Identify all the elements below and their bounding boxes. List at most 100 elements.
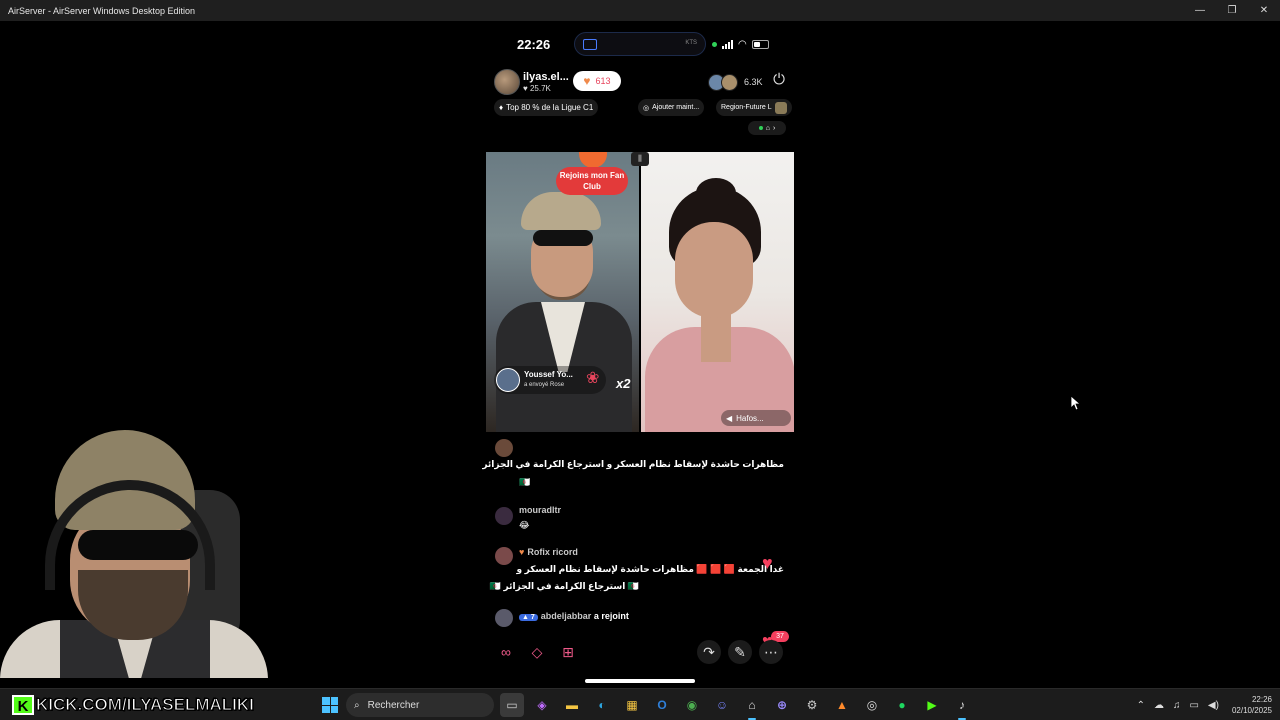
task-view-icon[interactable]: ▭ [500,693,524,717]
diamond-icon: ♦ [499,103,504,112]
live-toolbar: ∞ ◇ ⊞ ↷ ✎ ⋯ [494,640,790,664]
host-hat [521,192,601,230]
tray-clock[interactable]: 22:26 02/10/2025 [1232,694,1272,716]
live-dot-icon [758,126,763,130]
host-header: ilyas.el... ♥ 25.7K ♥ 613 6.3K ⏻ [494,69,790,95]
wifi-icon: ◠ [738,39,747,50]
taskbar-search[interactable]: ⌕ Rechercher [346,693,494,717]
share-icon[interactable]: ↷ [697,640,721,664]
chat-avatar [495,507,513,525]
outlook-icon[interactable]: O [650,693,674,717]
room-pill[interactable]: ⌂ › [748,121,786,135]
file-explorer-icon[interactable]: ▬ [560,693,584,717]
close-button[interactable]: ✕ [1248,0,1280,21]
magic-wand-icon[interactable]: ✎ [728,640,752,664]
gift-sender-name: Youssef Yo... [524,370,573,379]
copilot-icon[interactable]: ◈ [530,693,554,717]
kick-app-icon[interactable]: ▶ [920,693,944,717]
layout-switch-icon[interactable]: ⫼ [631,152,649,166]
speaker-icon: ◀ [726,413,733,423]
floating-heart-icon: ♥ [762,553,773,573]
chat-username[interactable]: mouradltr [519,505,561,515]
chat-feed: مظاهرات حاشدة لإسقاط نظام العسكر و استرج… [482,439,790,651]
store-icon[interactable]: ▦ [620,693,644,717]
tags-row: ♦ Top 80 % de la Ligue C1 ◎ Ajouter main… [494,99,792,117]
window-controls: — ❐ ✕ [1184,0,1280,21]
vlc-icon[interactable]: ▲ [830,693,854,717]
chat-avatar [495,609,513,627]
phone-status-bar: 22:26 KTS ◠ [486,32,794,56]
join-text: a rejoint [593,611,629,621]
gift-action: a envoyé Rose [524,382,565,388]
host-video[interactable]: Rejoins mon Fan Club Youssef Yo... a env… [486,152,639,432]
tiktok-live-icon[interactable]: ♪ [950,693,974,720]
league-rank-tag[interactable]: ♦ Top 80 % de la Ligue C1 [494,99,599,116]
gift-multiplier: x2 [616,376,631,391]
game-controller-icon[interactable]: ⊕ [770,693,794,717]
league-rank-label: Top 80 % de la Ligue C1 [506,103,594,112]
chat-join-line: ▲ 7 abdeljabbar a rejoint [519,611,629,621]
chat-username-text: Rofix ricord [527,547,578,557]
host-glasses [533,230,593,246]
guest-name: Hafos... [736,413,764,423]
volume-icon[interactable]: ◀) [1208,700,1219,711]
chat-avatar [495,439,513,457]
live-video-area: Rejoins mon Fan Club Youssef Yo... a env… [486,152,794,432]
house-icon: ⌂ [765,124,770,132]
fan-club-button[interactable]: ♥ 613 [573,71,621,91]
kick-logo-icon: K [12,695,34,715]
viewers[interactable]: 6.3K [708,72,763,92]
chat-text-line2: 🇩🇿 استرجاع الكرامة في الجزائر 🇩🇿 [489,581,639,591]
region-label: Region-Future L [721,104,772,111]
chat-emoji: 😂 [519,520,530,530]
settings-icon[interactable]: ⚙ [800,693,824,717]
guest-name-tag[interactable]: ◀ Hafos... [721,410,791,426]
cloud-icon[interactable]: ☁ [1154,700,1164,711]
airserver-icon[interactable]: ⌂ [740,693,764,720]
gift-sender-avatar [496,368,520,392]
microphone-icon[interactable]: ♫ [1173,700,1181,711]
rank-badge: ▲ 7 [519,614,538,621]
display-icon[interactable]: ▭ [1189,700,1198,711]
chrome-icon[interactable]: ◉ [680,693,704,717]
chat-username[interactable]: abdeljabbar [541,611,592,621]
streamer-webcam [0,420,268,678]
obs-icon[interactable]: ◎ [860,693,884,717]
guest-face [675,222,753,318]
dynamic-island: KTS [574,32,706,56]
viewer-count: 6.3K [744,77,763,87]
more-icon[interactable]: ⋯ [759,640,783,664]
system-tray: ⌃ ☁ ♫ ▭ ◀) 22:26 02/10/2025 [1137,689,1272,720]
chat-username[interactable]: ♥ Rofix ricord [519,547,578,557]
host-name[interactable]: ilyas.el... [523,71,569,83]
apps-grid-icon[interactable]: ⊞ [556,640,580,664]
status-icons: ◠ [712,39,769,50]
chevron-right-icon: › [772,124,776,132]
region-tag[interactable]: Region-Future L [716,99,792,116]
discord-icon[interactable]: ☺ [710,693,734,717]
power-icon[interactable]: ⏻ [768,71,790,93]
maximize-button[interactable]: ❐ [1216,0,1248,21]
phone-clock: 22:26 [517,37,551,52]
kick-url: KICK.COM/ILYASELMALIKI [36,695,255,715]
host-avatar[interactable] [494,69,520,95]
spotify-icon[interactable]: ● [890,693,914,717]
multi-guest-icon[interactable]: ∞ [494,640,518,664]
home-indicator[interactable] [585,679,695,683]
phone-screen: 22:26 KTS ◠ ilyas.el... ♥ 25.7K ♥ 613 6.… [482,22,794,688]
add-goal-tag[interactable]: ◎ Ajouter maint... [638,99,705,116]
fan-club-mascot-icon [579,152,607,168]
guest-video[interactable]: ◀ Hafos... [641,152,794,432]
fan-club-count: 613 [595,76,611,86]
tray-time: 22:26 [1251,695,1272,704]
minimize-button[interactable]: — [1184,0,1216,21]
match-icon[interactable]: ◇ [525,640,549,664]
fan-club-banner[interactable]: Rejoins mon Fan Club [556,167,628,195]
rose-icon: ❀ [586,370,600,387]
search-placeholder: Rechercher [367,699,420,711]
start-button[interactable] [322,697,338,713]
edge-icon[interactable]: ◐ [590,693,614,717]
signal-icon [722,40,733,49]
chevron-up-icon[interactable]: ⌃ [1137,700,1145,711]
target-icon: ◎ [643,104,650,112]
